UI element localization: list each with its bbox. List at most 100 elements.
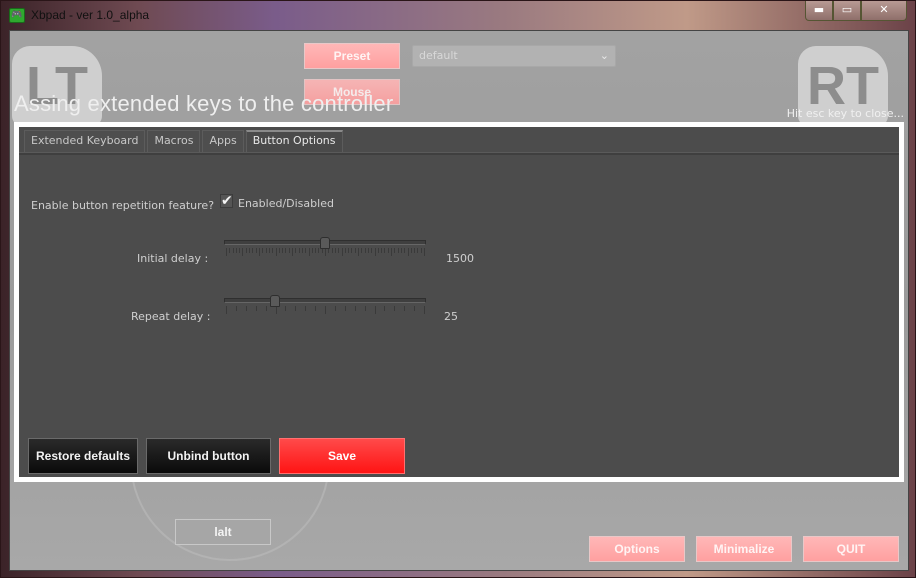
slider-tick	[364, 306, 366, 311]
repeat-delay-value: 25	[444, 310, 458, 323]
slider-tick	[288, 248, 290, 253]
options-button[interactable]: Options	[589, 536, 685, 562]
minimize-window-button[interactable]: ▬	[805, 1, 833, 21]
slider-tick	[245, 306, 247, 311]
minimize-icon: ▬	[813, 3, 825, 16]
client-area: LT RT Preset Mouse default ⌄ Assing exte…	[9, 30, 909, 571]
initial-delay-value: 1500	[446, 252, 474, 265]
slider-ticks	[226, 248, 425, 256]
slider-tick	[414, 248, 416, 253]
slider-tick	[285, 306, 287, 311]
slider-tick	[387, 248, 389, 253]
slider-tick	[338, 248, 340, 253]
repeat-delay-slider[interactable]	[224, 295, 426, 319]
slider-tick	[397, 248, 399, 253]
slider-tick	[341, 248, 343, 256]
close-window-button[interactable]: ✕	[861, 1, 907, 21]
slider-tick	[239, 248, 241, 253]
slider-tick	[407, 248, 409, 256]
slider-tick	[265, 248, 267, 253]
slider-tick	[400, 248, 402, 253]
slider-tick	[325, 248, 326, 256]
slider-tick	[315, 306, 317, 311]
slider-tick	[311, 248, 313, 253]
chevron-down-icon: ⌄	[599, 49, 609, 62]
slider-tick	[384, 248, 386, 253]
preset-button[interactable]: Preset	[304, 43, 400, 69]
settings-dialog: Extended Keyboard Macros Apps Button Opt…	[14, 122, 904, 482]
slider-tick	[242, 248, 244, 256]
slider-tick	[285, 248, 287, 253]
close-icon: ✕	[879, 3, 889, 16]
maximize-icon: ▭	[841, 3, 853, 16]
slider-tick	[364, 248, 366, 253]
enable-repetition-checkbox-label[interactable]: Enabled/Disabled	[238, 197, 334, 210]
slider-tick	[410, 248, 412, 253]
slider-tick	[318, 248, 320, 253]
slider-tick	[367, 248, 369, 253]
slider-tick	[229, 248, 231, 253]
slider-tick	[291, 248, 293, 256]
slider-tick	[354, 306, 356, 311]
minimalize-button[interactable]: Minimalize	[696, 536, 792, 562]
slider-tick	[298, 248, 300, 253]
enable-repetition-checkbox[interactable]: ✔	[220, 194, 233, 208]
slider-tick	[374, 248, 376, 256]
slider-tick	[391, 248, 392, 256]
slider-tick	[295, 248, 297, 253]
settings-panel: Extended Keyboard Macros Apps Button Opt…	[19, 127, 899, 477]
maximize-window-button[interactable]: ▭	[833, 1, 861, 21]
slider-thumb[interactable]	[269, 295, 280, 307]
preset-select-value: default	[419, 49, 458, 62]
unbind-button[interactable]: Unbind button	[146, 438, 271, 474]
initial-delay-slider[interactable]	[224, 237, 426, 261]
slider-tick	[424, 248, 425, 256]
slider-tick	[268, 248, 270, 253]
slider-tick	[232, 248, 234, 253]
slider-tick	[361, 248, 363, 253]
restore-defaults-button[interactable]: Restore defaults	[28, 438, 138, 474]
slider-tick	[357, 248, 359, 256]
slider-tick	[278, 248, 280, 253]
slider-tick	[348, 248, 350, 253]
window-controls: ▬ ▭ ✕	[805, 1, 907, 21]
slider-tick	[226, 306, 227, 314]
slider-tick	[305, 248, 307, 253]
slider-tick	[354, 248, 356, 253]
preset-select[interactable]: default ⌄	[412, 45, 616, 67]
save-button[interactable]: Save	[279, 438, 405, 474]
tab-macros[interactable]: Macros	[147, 130, 201, 152]
slider-tick	[275, 306, 277, 314]
gamepad-icon: 🎮	[9, 8, 25, 23]
tab-apps[interactable]: Apps	[202, 130, 244, 152]
slider-tick	[344, 306, 346, 311]
slider-tick	[325, 306, 326, 314]
tab-extended-keyboard[interactable]: Extended Keyboard	[24, 130, 146, 152]
tab-divider	[19, 152, 899, 155]
title-bar[interactable]: 🎮 Xbpad - ver 1.0_alpha ▬ ▭ ✕	[1, 1, 915, 29]
slider-tick	[371, 248, 373, 253]
slider-tick	[235, 248, 237, 253]
slider-tick	[404, 306, 406, 311]
slider-tick	[262, 248, 264, 253]
slider-tick	[334, 306, 336, 311]
lalt-button[interactable]: lalt	[175, 519, 271, 545]
slider-thumb[interactable]	[320, 237, 330, 249]
slider-tick	[414, 306, 416, 311]
slider-tick	[377, 248, 379, 253]
slider-tick	[252, 248, 254, 253]
slider-tick	[235, 306, 237, 311]
slider-tick	[424, 306, 425, 314]
slider-tick	[301, 248, 303, 253]
slider-ticks	[226, 306, 425, 314]
tab-button-options[interactable]: Button Options	[245, 130, 343, 152]
slider-tick	[308, 248, 310, 256]
slider-tick	[315, 248, 317, 253]
slider-tick	[275, 248, 277, 256]
window-title: Xbpad - ver 1.0_alpha	[31, 8, 150, 22]
slider-tick	[404, 248, 406, 253]
slider-track[interactable]	[224, 298, 426, 303]
slider-tick	[282, 248, 284, 253]
slider-tick	[331, 248, 333, 253]
quit-button[interactable]: QUIT	[803, 536, 899, 562]
